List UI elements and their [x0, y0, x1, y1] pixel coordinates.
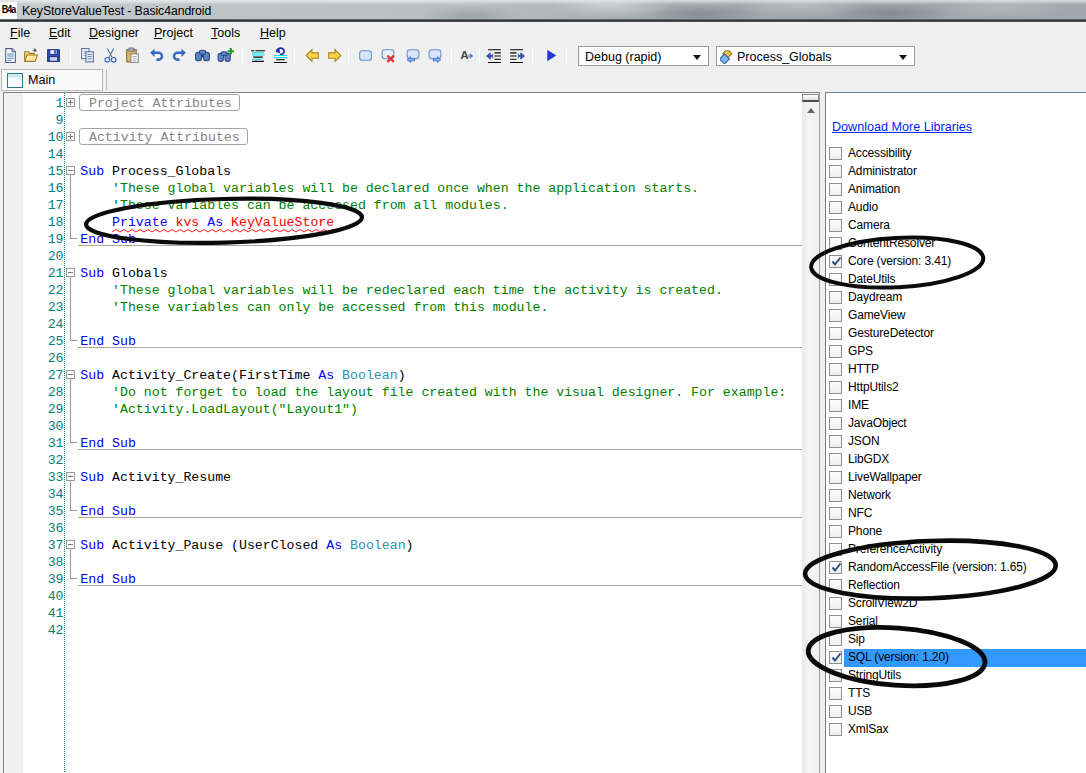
svg-text:A: A [460, 48, 469, 61]
